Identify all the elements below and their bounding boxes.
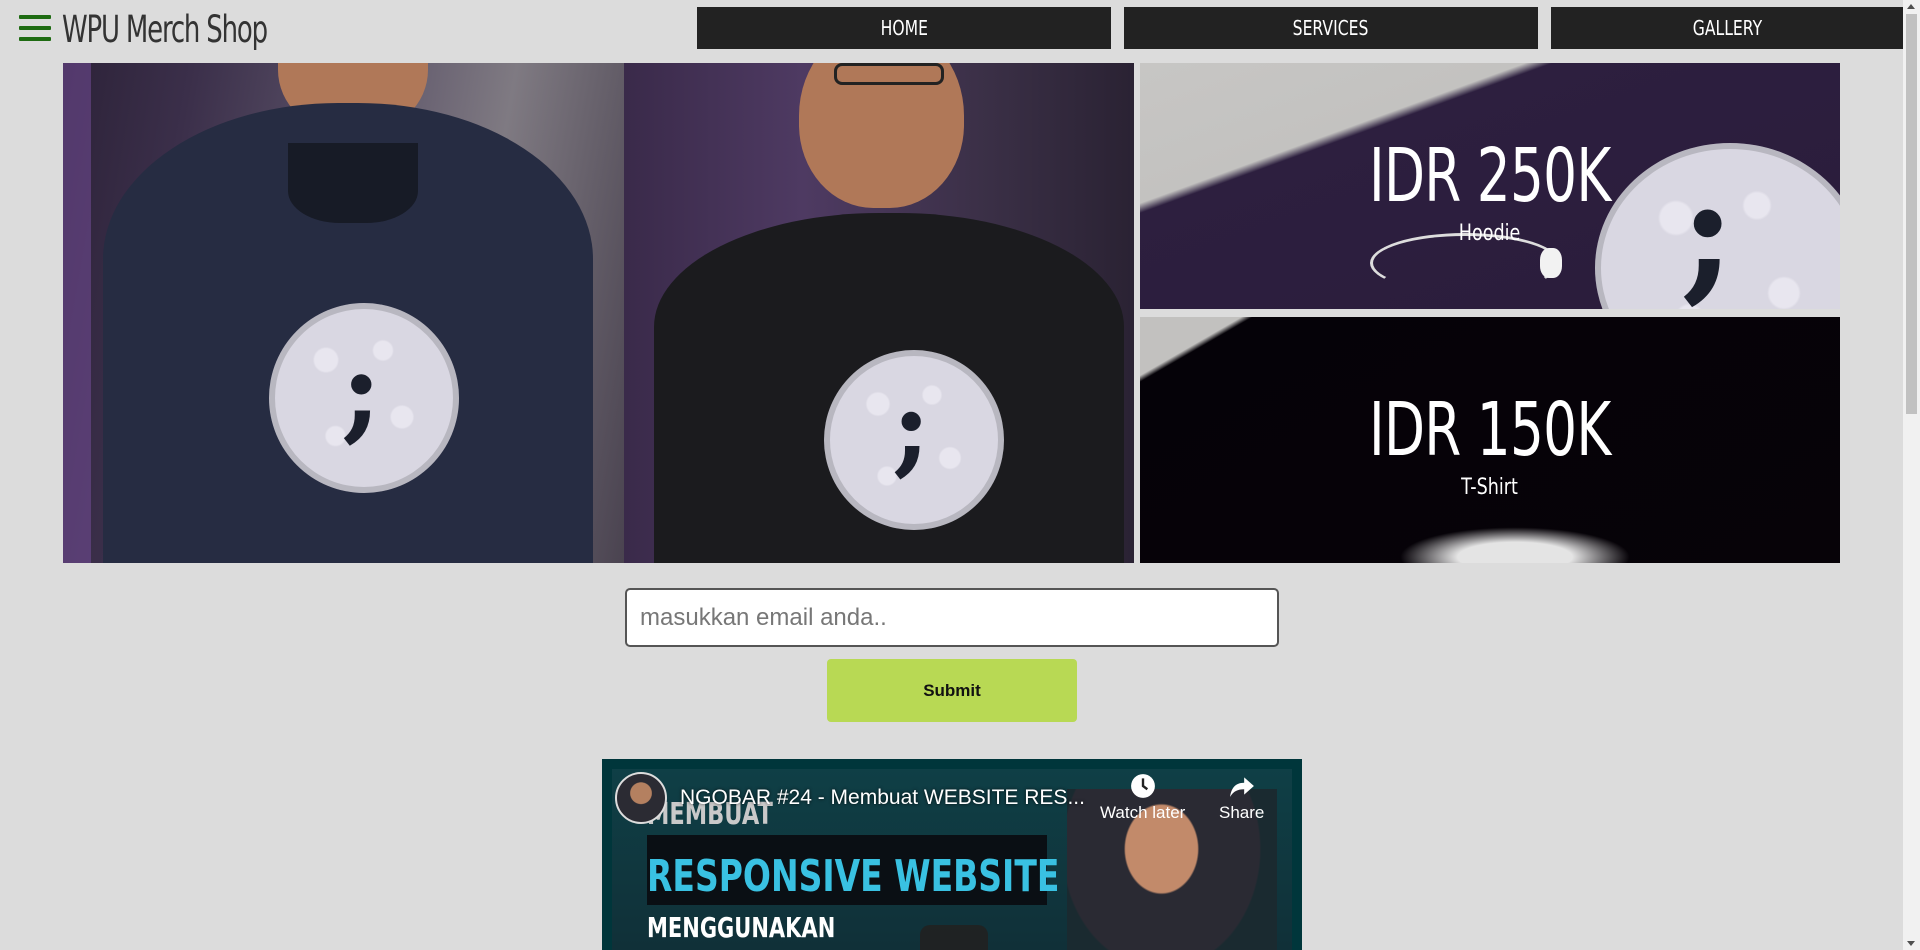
video-thumb-line2: RESPONSIVE WEBSITE [647, 851, 1060, 902]
video-thumb-line3: MENGGUNAKAN [647, 911, 836, 944]
share-button[interactable]: Share [1219, 773, 1264, 823]
email-input[interactable] [625, 588, 1279, 647]
scroll-up-icon[interactable] [1907, 4, 1915, 9]
nav-services[interactable]: SERVICES [1124, 7, 1538, 49]
hoodie-price: IDR 250K [1369, 133, 1611, 219]
tshirt-model-image: ; [624, 63, 1134, 563]
main-nav: HOME SERVICES GALLERY [697, 7, 1903, 49]
tshirt-price: IDR 150K [1369, 387, 1611, 473]
hamburger-menu-icon[interactable] [19, 15, 51, 41]
scroll-thumb[interactable] [1906, 14, 1917, 414]
product-card-tshirt[interactable]: IDR 150K T-Shirt [1140, 317, 1840, 563]
play-icon[interactable] [920, 925, 988, 950]
tshirt-label: T-Shirt [1461, 475, 1519, 500]
hero-grid: ; ; ; IDR 250K Hoodie IDR 150K T-Shirt [63, 63, 1840, 563]
nav-gallery[interactable]: GALLERY [1551, 7, 1903, 49]
hoodie-label: Hoodie [1459, 221, 1521, 246]
scroll-down-icon[interactable] [1907, 941, 1915, 946]
video-title[interactable]: NGOBAR #24 - Membuat WEBSITE RES... [680, 786, 1085, 810]
brand-title: WPU Merch Shop [62, 8, 268, 51]
channel-avatar[interactable] [615, 772, 667, 824]
nav-home[interactable]: HOME [697, 7, 1111, 49]
watch-later-button[interactable]: Watch later [1100, 773, 1185, 823]
share-icon [1229, 777, 1254, 797]
hoodie-model-image: ; [63, 63, 624, 563]
product-card-hoodie[interactable]: ; IDR 250K Hoodie [1140, 63, 1840, 309]
clock-icon [1130, 774, 1155, 798]
submit-button[interactable]: Submit [827, 659, 1077, 722]
page-scrollbar[interactable] [1903, 0, 1920, 950]
